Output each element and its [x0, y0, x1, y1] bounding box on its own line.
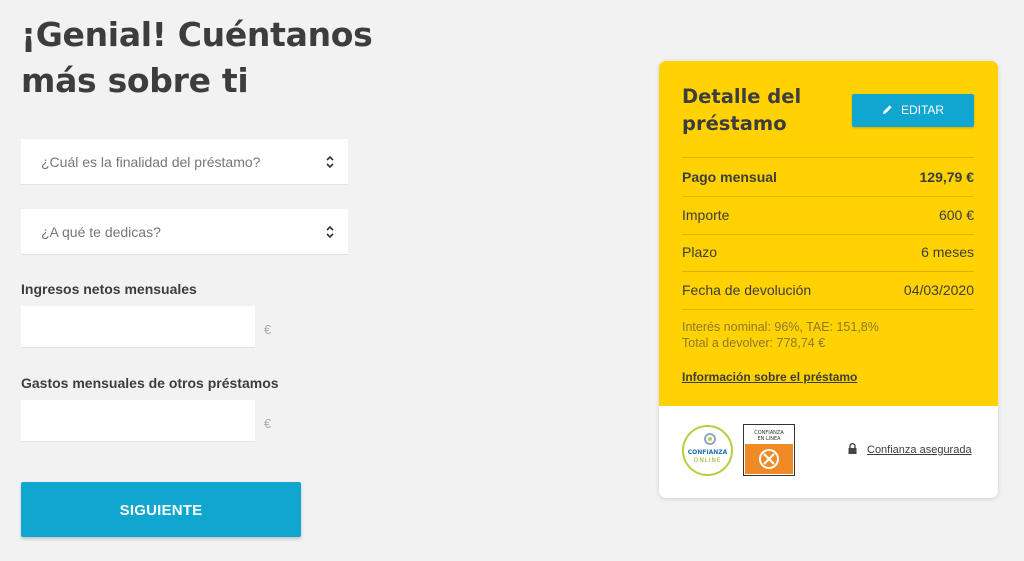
row-value: 6 meses: [921, 244, 974, 260]
loan-detail-summary: Detalle del préstamo EDITAR Pago mensual…: [659, 61, 998, 406]
expenses-input[interactable]: [21, 400, 255, 442]
interest-text: Interés nominal: 96%, TAE: 151,8%: [682, 320, 879, 334]
edit-button-label: EDITAR: [900, 103, 945, 117]
next-button[interactable]: SIGUIENTE: [21, 482, 301, 537]
occupation-select-placeholder: ¿A qué te dedicas?: [41, 224, 161, 240]
card-title: Detalle del préstamo: [682, 85, 802, 135]
confianza-en-linea-seal[interactable]: CONFIANZA EN LINEA: [743, 424, 795, 476]
seal-round-top-text: CONFIANZA: [688, 449, 728, 456]
row-label: Fecha de devolución: [682, 282, 812, 298]
trust-link[interactable]: Confianza asegurada: [848, 443, 972, 456]
monthly-payment-row: Pago mensual 129,79 €: [682, 158, 974, 196]
total-text: Total a devolver: 778,74 €: [682, 336, 826, 350]
edit-button[interactable]: EDITAR: [852, 94, 974, 127]
page-title: ¡Genial! Cuéntanos más sobre ti: [21, 15, 373, 100]
term-row: Plazo 6 meses: [682, 233, 974, 271]
confianza-online-logo-icon: CONFIANZA ONLINE: [688, 433, 728, 464]
chevron-updown-icon: [326, 155, 334, 169]
loan-info-link[interactable]: Información sobre el préstamo: [682, 370, 857, 384]
income-label: Ingresos netos mensuales: [21, 281, 197, 297]
income-currency: €: [264, 322, 272, 337]
purpose-select-placeholder: ¿Cuál es la finalidad del préstamo?: [41, 154, 261, 170]
purpose-select[interactable]: ¿Cuál es la finalidad del préstamo?: [21, 139, 348, 185]
row-label: Pago mensual: [682, 169, 777, 185]
expenses-label: Gastos mensuales de otros préstamos: [21, 375, 279, 391]
occupation-select[interactable]: ¿A qué te dedicas?: [21, 209, 348, 255]
confianza-online-seal[interactable]: CONFIANZA ONLINE: [682, 425, 733, 476]
trust-link-label: Confianza asegurada: [867, 444, 972, 456]
amount-row: Importe 600 €: [682, 196, 974, 234]
row-label: Plazo: [682, 244, 718, 260]
pencil-icon: [882, 105, 892, 114]
seal-round-bottom-text: ONLINE: [694, 457, 721, 464]
row-label: Importe: [682, 207, 730, 223]
income-input[interactable]: [21, 306, 255, 348]
row-value: 600 €: [938, 207, 974, 223]
lock-icon: [848, 443, 857, 454]
return-date-row: Fecha de devolución 04/03/2020: [682, 271, 974, 309]
divider: [682, 309, 974, 310]
loan-detail-card: Detalle del préstamo EDITAR Pago mensual…: [659, 61, 998, 498]
seal-square-line2: EN LINEA: [757, 436, 781, 442]
row-value: 129,79 €: [919, 169, 975, 185]
row-value: 04/03/2020: [903, 282, 974, 298]
expenses-currency: €: [264, 416, 272, 431]
confianza-en-linea-logo-icon: CONFIANZA EN LINEA: [745, 430, 793, 474]
chevron-updown-icon: [326, 225, 334, 239]
